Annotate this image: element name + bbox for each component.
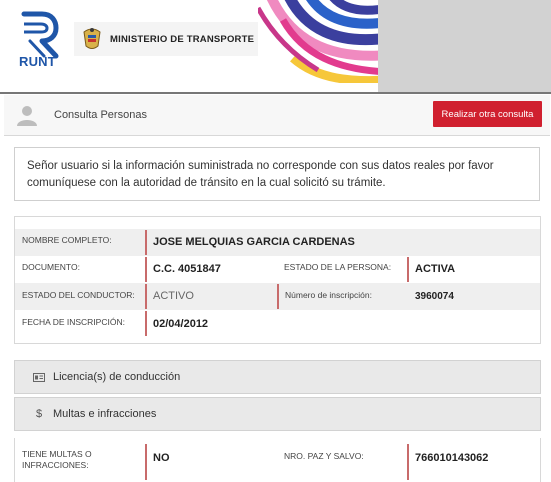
row-estado-conductor: ESTADO DEL CONDUCTOR: ACTIVO Número de i… <box>15 283 540 310</box>
tiene-multas-label-line2: INFRACCIONES: <box>22 460 89 470</box>
row-multas: TIENE MULTAS O INFRACCIONES: NO NRO. PAZ… <box>15 440 540 480</box>
header-decoration-waves <box>258 0 378 83</box>
person-details-card: NOMBRE COMPLETO: JOSE MELQUIAS GARCIA CA… <box>14 216 541 344</box>
header-divider <box>0 92 551 94</box>
inscripcion-value: 3960074 <box>415 291 454 302</box>
row-separator <box>145 311 147 336</box>
multas-details: TIENE MULTAS O INFRACCIONES: NO NRO. PAZ… <box>14 438 541 482</box>
runt-wordmark: RUNT <box>19 54 56 69</box>
notice-line-1: Señor usuario si la información suminist… <box>27 160 494 172</box>
paz-salvo-value: 766010143062 <box>415 452 489 464</box>
dollar-icon: $ <box>35 408 43 420</box>
row-separator <box>277 284 279 309</box>
notice-line-2: comuníquese con la autoridad de tránsito… <box>27 177 386 189</box>
row-documento: DOCUMENTO: C.C. 4051847 ESTADO DE LA PER… <box>15 256 540 283</box>
estado-conductor-label: ESTADO DEL CONDUCTOR: <box>22 290 135 300</box>
row-separator <box>407 444 409 480</box>
row-nombre: NOMBRE COMPLETO: JOSE MELQUIAS GARCIA CA… <box>15 229 540 256</box>
section-multas[interactable]: $ Multas e infracciones <box>14 397 541 431</box>
tiene-multas-label-line1: TIENE MULTAS O <box>22 449 92 459</box>
estado-conductor-value: ACTIVO <box>153 290 194 302</box>
row-separator <box>145 284 147 309</box>
paz-salvo-label: NRO. PAZ Y SALVO: <box>284 451 364 461</box>
documento-label: DOCUMENTO: <box>22 262 80 272</box>
page-title: Consulta Personas <box>54 109 147 121</box>
fecha-value: 02/04/2012 <box>153 318 209 330</box>
info-notice: Señor usuario si la información suminist… <box>14 147 540 201</box>
section-licencias[interactable]: Licencia(s) de conducción <box>14 360 541 394</box>
user-avatar-icon <box>17 106 37 126</box>
estado-persona-label: ESTADO DE LA PERSONA: <box>284 262 392 272</box>
tiene-multas-value: NO <box>153 452 170 464</box>
licencias-label: Licencia(s) de conducción <box>53 371 181 383</box>
header-gray-panel <box>378 0 551 94</box>
ministry-label: MINISTERIO DE TRANSPORTE <box>110 33 255 45</box>
row-fecha: FECHA DE INSCRIPCIÓN: 02/04/2012 <box>15 310 540 337</box>
row-separator <box>407 257 409 282</box>
documento-value: C.C. 4051847 <box>153 263 221 275</box>
inscripcion-label: Número de inscripción: <box>285 290 372 300</box>
coat-of-arms-icon <box>83 28 101 49</box>
row-separator <box>145 230 147 255</box>
fecha-label: FECHA DE INSCRIPCIÓN: <box>22 317 125 327</box>
ministry-banner: MINISTERIO DE TRANSPORTE <box>74 22 262 56</box>
nombre-label: NOMBRE COMPLETO: <box>22 235 112 245</box>
multas-label: Multas e infracciones <box>53 408 157 420</box>
row-separator <box>145 257 147 282</box>
license-card-icon <box>29 372 49 382</box>
nombre-value: JOSE MELQUIAS GARCIA CARDENAS <box>153 236 355 248</box>
tiene-multas-label: TIENE MULTAS O INFRACCIONES: <box>22 449 92 471</box>
row-separator <box>145 444 147 480</box>
estado-persona-value: ACTIVA <box>415 263 456 275</box>
new-query-button[interactable]: Realizar otra consulta <box>433 101 542 127</box>
consulta-toolbar: Consulta Personas Realizar otra consulta <box>4 95 550 136</box>
